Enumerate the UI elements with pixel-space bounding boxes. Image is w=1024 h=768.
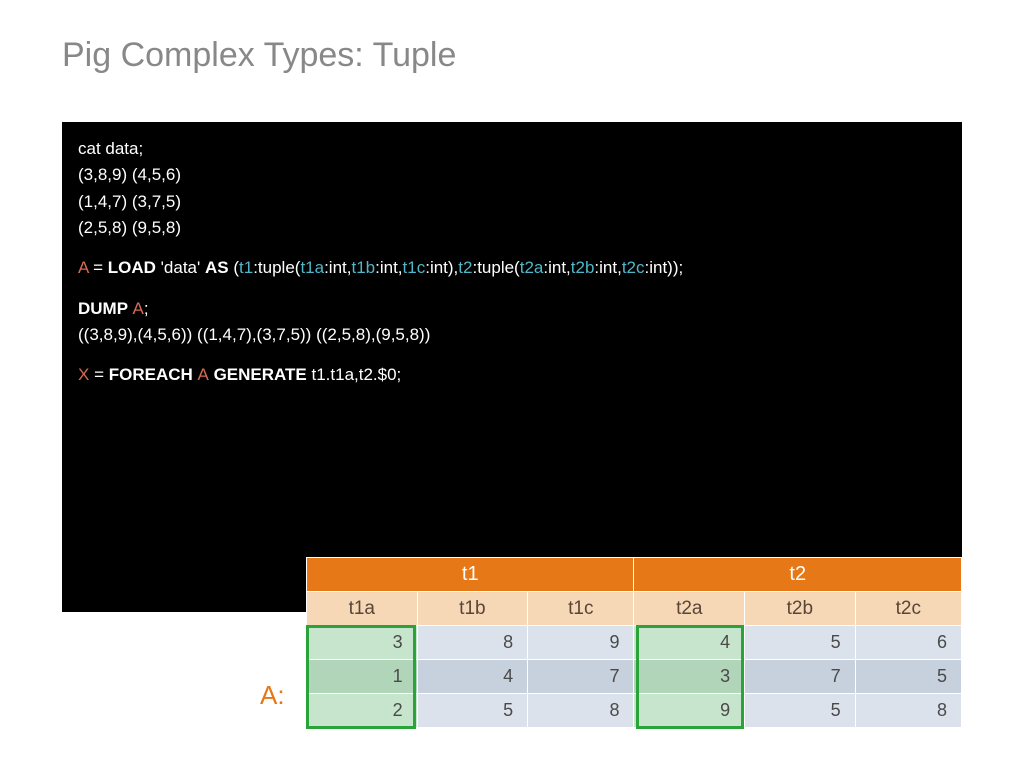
table-label-a: A:: [260, 680, 285, 711]
subheader: t1c: [528, 592, 634, 626]
subheader: t2a: [634, 592, 745, 626]
header-t2: t2: [634, 558, 962, 592]
code-line: (3,8,9) (4,5,6): [78, 162, 946, 188]
cell: 4: [634, 626, 745, 660]
subheader: t2c: [855, 592, 961, 626]
cell: 5: [417, 694, 528, 728]
cell: 3: [307, 626, 418, 660]
cell: 2: [307, 694, 418, 728]
cell: 6: [855, 626, 961, 660]
cell: 1: [307, 660, 418, 694]
cell: 5: [745, 694, 856, 728]
code-block: cat data; (3,8,9) (4,5,6) (1,4,7) (3,7,5…: [62, 122, 962, 612]
table-header-main: t1 t2: [307, 558, 962, 592]
cell: 9: [634, 694, 745, 728]
slide-title: Pig Complex Types: Tuple: [62, 36, 456, 75]
code-line: (1,4,7) (3,7,5): [78, 189, 946, 215]
cell: 7: [745, 660, 856, 694]
subheader: t1a: [307, 592, 418, 626]
table-row: 2 5 8 9 5 8: [307, 694, 962, 728]
table-header-sub: t1a t1b t1c t2a t2b t2c: [307, 592, 962, 626]
table-row: 3 8 9 4 5 6: [307, 626, 962, 660]
code-line-dump: DUMP A;: [78, 296, 946, 322]
code-line-foreach: X = FOREACH A GENERATE t1.t1a,t2.$0;: [78, 362, 946, 388]
table-row: 1 4 7 3 7 5: [307, 660, 962, 694]
code-line: ((3,8,9),(4,5,6)) ((1,4,7),(3,7,5)) ((2,…: [78, 322, 946, 348]
header-t1: t1: [307, 558, 634, 592]
cell: 9: [528, 626, 634, 660]
cell: 8: [855, 694, 961, 728]
code-line: (2,5,8) (9,5,8): [78, 215, 946, 241]
cell: 3: [634, 660, 745, 694]
code-line-load: A = LOAD 'data' AS (t1:tuple(t1a:int,t1b…: [78, 255, 946, 281]
cell: 7: [528, 660, 634, 694]
data-table: t1 t2 t1a t1b t1c t2a t2b t2c 3 8 9 4 5 …: [306, 557, 962, 728]
cell: 4: [417, 660, 528, 694]
cell: 8: [417, 626, 528, 660]
subheader: t1b: [417, 592, 528, 626]
code-line: cat data;: [78, 136, 946, 162]
cell: 5: [745, 626, 856, 660]
cell: 5: [855, 660, 961, 694]
cell: 8: [528, 694, 634, 728]
subheader: t2b: [745, 592, 856, 626]
